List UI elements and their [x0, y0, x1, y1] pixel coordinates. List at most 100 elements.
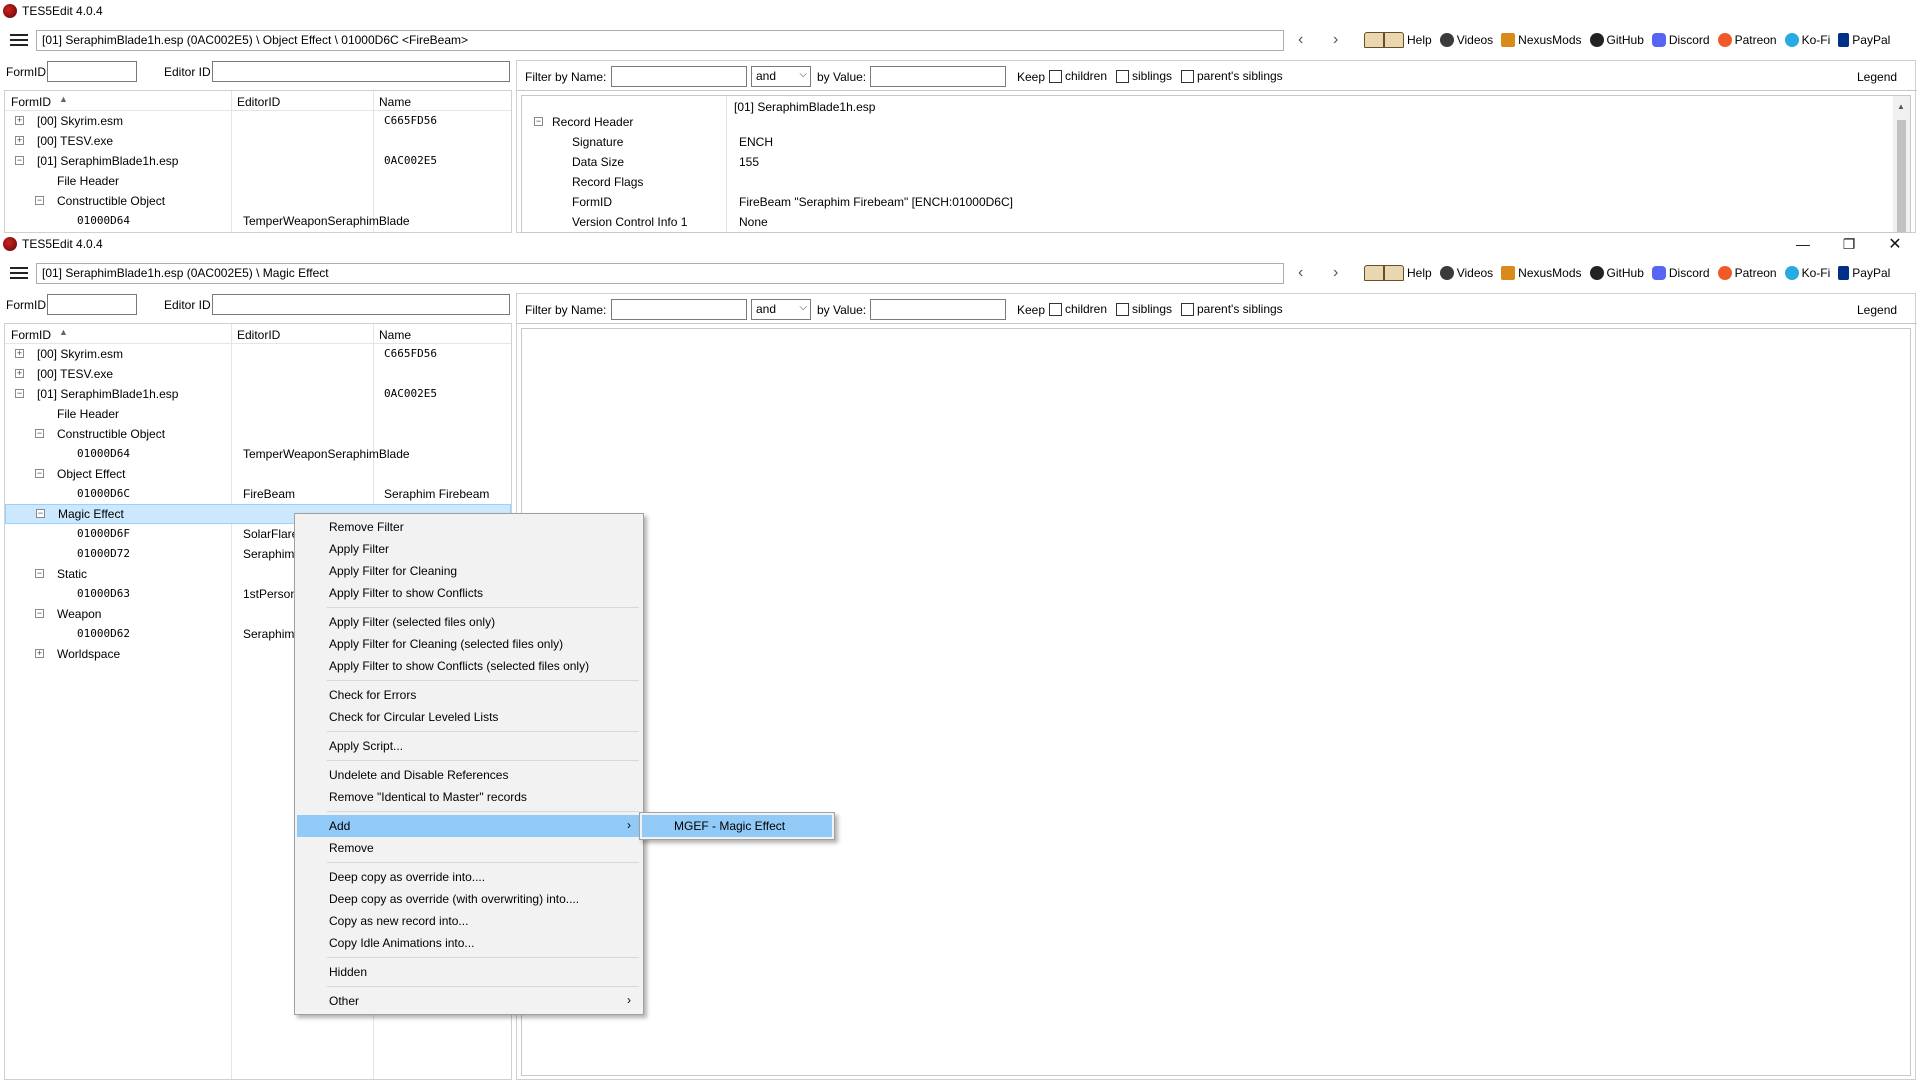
children-checkbox[interactable] — [1049, 303, 1062, 316]
collapse-icon[interactable]: − — [35, 196, 44, 205]
vertical-scrollbar[interactable]: ▲ — [1893, 96, 1910, 232]
github-link[interactable]: GitHub — [1589, 33, 1644, 47]
back-arrow-icon[interactable]: ‹ — [1298, 264, 1303, 282]
collapse-icon[interactable]: − — [15, 156, 24, 165]
menu-item-apply-filter-conflicts[interactable]: Apply Filter to show Conflicts — [297, 582, 641, 604]
tree-row[interactable]: − [01] SeraphimBlade1h.esp 0AC002E5 — [5, 151, 511, 171]
tree-row[interactable]: − Constructible Object — [5, 191, 511, 211]
filter-value-input[interactable] — [870, 299, 1006, 320]
editorid-column-header[interactable]: EditorID — [237, 328, 280, 342]
legend-button[interactable]: Legend — [1857, 303, 1897, 317]
discord-link[interactable]: Discord — [1651, 33, 1710, 47]
record-row[interactable]: FormID FireBeam "Seraphim Firebeam" [ENCH… — [522, 192, 1892, 212]
siblings-checkbox[interactable] — [1116, 303, 1129, 316]
github-link[interactable]: GitHub — [1589, 266, 1644, 280]
videos-link[interactable]: Videos — [1439, 33, 1493, 47]
tree-row[interactable]: − Object Effect — [5, 464, 511, 484]
name-column-header[interactable]: Name — [379, 95, 411, 109]
formid-input[interactable] — [47, 61, 137, 82]
path-field[interactable]: [01] SeraphimBlade1h.esp (0AC002E5) \ Ob… — [36, 30, 1284, 51]
tree-row[interactable]: 01000D6C FireBeam Seraphim Firebeam — [5, 484, 511, 504]
videos-link[interactable]: Videos — [1439, 266, 1493, 280]
logic-select[interactable]: and ⌵ — [751, 66, 811, 87]
menu-icon[interactable] — [10, 34, 28, 46]
tree-row[interactable]: 01000D64 TemperWeaponSeraphimBlade — [5, 444, 511, 464]
help-link[interactable]: Help — [1364, 32, 1432, 48]
record-row[interactable]: Data Size 155 — [522, 152, 1892, 172]
legend-button[interactable]: Legend — [1857, 70, 1897, 84]
filter-value-input[interactable] — [870, 66, 1006, 87]
tree-row[interactable]: + [00] TESV.exe — [5, 131, 511, 151]
formid-input[interactable] — [47, 294, 137, 315]
menu-item-apply-filter-selected[interactable]: Apply Filter (selected files only) — [297, 611, 641, 633]
submenu-item-mgef[interactable]: MGEF - Magic Effect — [642, 815, 832, 837]
expand-icon[interactable]: + — [15, 349, 24, 358]
path-field[interactable]: [01] SeraphimBlade1h.esp (0AC002E5) \ Ma… — [36, 263, 1284, 284]
kofi-link[interactable]: Ko-Fi — [1784, 266, 1830, 280]
menu-item-other[interactable]: Other › — [297, 990, 641, 1012]
collapse-icon[interactable]: − — [15, 389, 24, 398]
collapse-icon[interactable]: − — [35, 469, 44, 478]
back-arrow-icon[interactable]: ‹ — [1298, 31, 1303, 49]
filter-name-input[interactable] — [611, 66, 747, 87]
scroll-thumb[interactable] — [1897, 120, 1906, 232]
forward-arrow-icon[interactable]: › — [1333, 264, 1338, 282]
collapse-icon[interactable]: − — [36, 509, 45, 518]
nexusmods-link[interactable]: NexusMods — [1501, 33, 1582, 47]
collapse-icon[interactable]: − — [35, 609, 44, 618]
menu-item-check-errors[interactable]: Check for Errors — [297, 684, 641, 706]
parents-siblings-checkbox[interactable] — [1181, 70, 1194, 83]
discord-link[interactable]: Discord — [1651, 266, 1710, 280]
minimize-button[interactable]: — — [1780, 233, 1826, 255]
menu-item-apply-filter-conflicts-selected[interactable]: Apply Filter to show Conflicts (selected… — [297, 655, 641, 677]
menu-item-undelete-disable[interactable]: Undelete and Disable References — [297, 764, 641, 786]
record-row[interactable]: − Record Header — [522, 112, 1892, 132]
logic-select[interactable]: and ⌵ — [751, 299, 811, 320]
tree-row[interactable]: + [00] TESV.exe — [5, 364, 511, 384]
formid-column-header[interactable]: FormID — [11, 95, 51, 109]
tree-row[interactable]: File Header — [5, 171, 511, 191]
editorid-input[interactable] — [212, 294, 510, 315]
siblings-checkbox[interactable] — [1116, 70, 1129, 83]
scroll-up-icon[interactable]: ▲ — [1897, 102, 1905, 111]
menu-item-check-circular-lists[interactable]: Check for Circular Leveled Lists — [297, 706, 641, 728]
record-row[interactable]: Record Flags — [522, 172, 1892, 192]
tree-row[interactable]: File Header — [5, 404, 511, 424]
menu-item-copy-idle-animations[interactable]: Copy Idle Animations into... — [297, 932, 641, 954]
menu-item-deep-copy-override-overwrite[interactable]: Deep copy as override (with overwriting)… — [297, 888, 641, 910]
menu-item-deep-copy-override[interactable]: Deep copy as override into.... — [297, 866, 641, 888]
close-button[interactable]: ✕ — [1872, 233, 1918, 255]
record-row[interactable]: Signature ENCH — [522, 132, 1892, 152]
forward-arrow-icon[interactable]: › — [1333, 31, 1338, 49]
patreon-link[interactable]: Patreon — [1717, 266, 1777, 280]
help-link[interactable]: Help — [1364, 265, 1432, 281]
expand-icon[interactable]: + — [15, 116, 24, 125]
paypal-link[interactable]: PayPal — [1838, 266, 1890, 280]
tree-row[interactable]: − [01] SeraphimBlade1h.esp 0AC002E5 — [5, 384, 511, 404]
collapse-icon[interactable]: − — [35, 569, 44, 578]
tree-row[interactable]: − Constructible Object — [5, 424, 511, 444]
editorid-input[interactable] — [212, 61, 510, 82]
tree-row[interactable]: + [00] Skyrim.esm C665FD56 — [5, 111, 511, 131]
expand-icon[interactable]: + — [15, 369, 24, 378]
expand-icon[interactable]: + — [35, 649, 44, 658]
menu-item-copy-new-record[interactable]: Copy as new record into... — [297, 910, 641, 932]
menu-item-add[interactable]: Add › — [297, 815, 641, 837]
menu-item-remove-itm[interactable]: Remove "Identical to Master" records — [297, 786, 641, 808]
collapse-icon[interactable]: − — [35, 429, 44, 438]
parents-siblings-checkbox[interactable] — [1181, 303, 1194, 316]
record-row[interactable]: Version Control Info 1 None — [522, 212, 1892, 232]
filter-name-input[interactable] — [611, 299, 747, 320]
editorid-column-header[interactable]: EditorID — [237, 95, 280, 109]
kofi-link[interactable]: Ko-Fi — [1784, 33, 1830, 47]
menu-item-apply-filter-cleaning[interactable]: Apply Filter for Cleaning — [297, 560, 641, 582]
paypal-link[interactable]: PayPal — [1838, 33, 1890, 47]
menu-item-remove-filter[interactable]: Remove Filter — [297, 516, 641, 538]
menu-icon[interactable] — [10, 267, 28, 279]
nexusmods-link[interactable]: NexusMods — [1501, 266, 1582, 280]
menu-item-apply-filter-cleaning-selected[interactable]: Apply Filter for Cleaning (selected file… — [297, 633, 641, 655]
menu-item-apply-script[interactable]: Apply Script... — [297, 735, 641, 757]
collapse-icon[interactable]: − — [534, 117, 543, 126]
tree-row[interactable]: + [00] Skyrim.esm C665FD56 — [5, 344, 511, 364]
menu-item-remove[interactable]: Remove — [297, 837, 641, 859]
